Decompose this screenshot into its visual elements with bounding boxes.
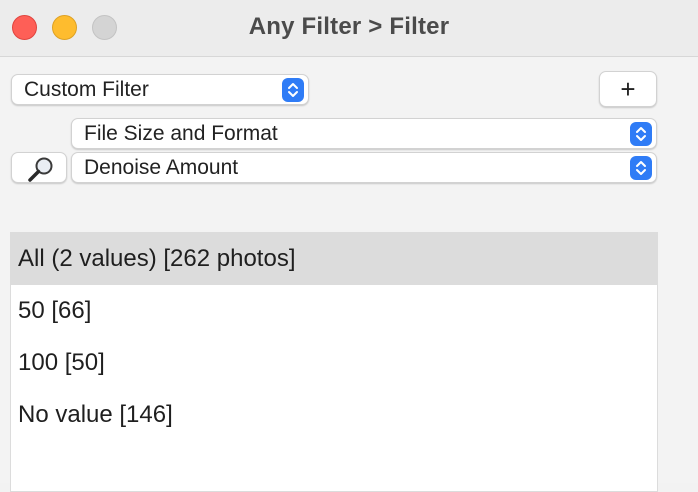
filter-preset-select[interactable]: Custom Filter [11, 74, 309, 105]
add-filter-button[interactable]: + [599, 71, 657, 107]
list-item-label: All (2 values) [262 photos] [18, 245, 296, 272]
filter-preset-value: Custom Filter [24, 78, 149, 101]
list-item-label: No value [146] [18, 401, 173, 428]
up-down-chevron-icon [630, 156, 652, 180]
category-select[interactable]: File Size and Format [71, 118, 657, 149]
window-title: Any Filter > Filter [248, 13, 450, 40]
list-item[interactable]: All (2 values) [262 photos] [11, 233, 657, 285]
list-item[interactable]: No value [146] [11, 389, 657, 441]
search-button[interactable] [11, 152, 67, 183]
field-select[interactable]: Denoise Amount [71, 152, 657, 183]
list-item[interactable]: 50 [66] [11, 285, 657, 337]
magnifying-glass-icon [26, 155, 56, 183]
up-down-chevron-icon [282, 78, 304, 102]
category-value: File Size and Format [84, 122, 278, 145]
list-item[interactable]: 100 [50] [11, 337, 657, 389]
list-item-label: 50 [66] [18, 297, 92, 324]
field-value: Denoise Amount [84, 156, 239, 179]
filter-window: Any Filter > Filter Custom Filter + File… [0, 0, 698, 492]
up-down-chevron-icon [630, 122, 652, 146]
values-list[interactable]: All (2 values) [262 photos] 50 [66] 100 … [10, 232, 658, 492]
title-bar: Any Filter > Filter [0, 0, 698, 57]
plus-icon: + [620, 74, 636, 104]
list-item-label: 100 [50] [18, 349, 105, 376]
